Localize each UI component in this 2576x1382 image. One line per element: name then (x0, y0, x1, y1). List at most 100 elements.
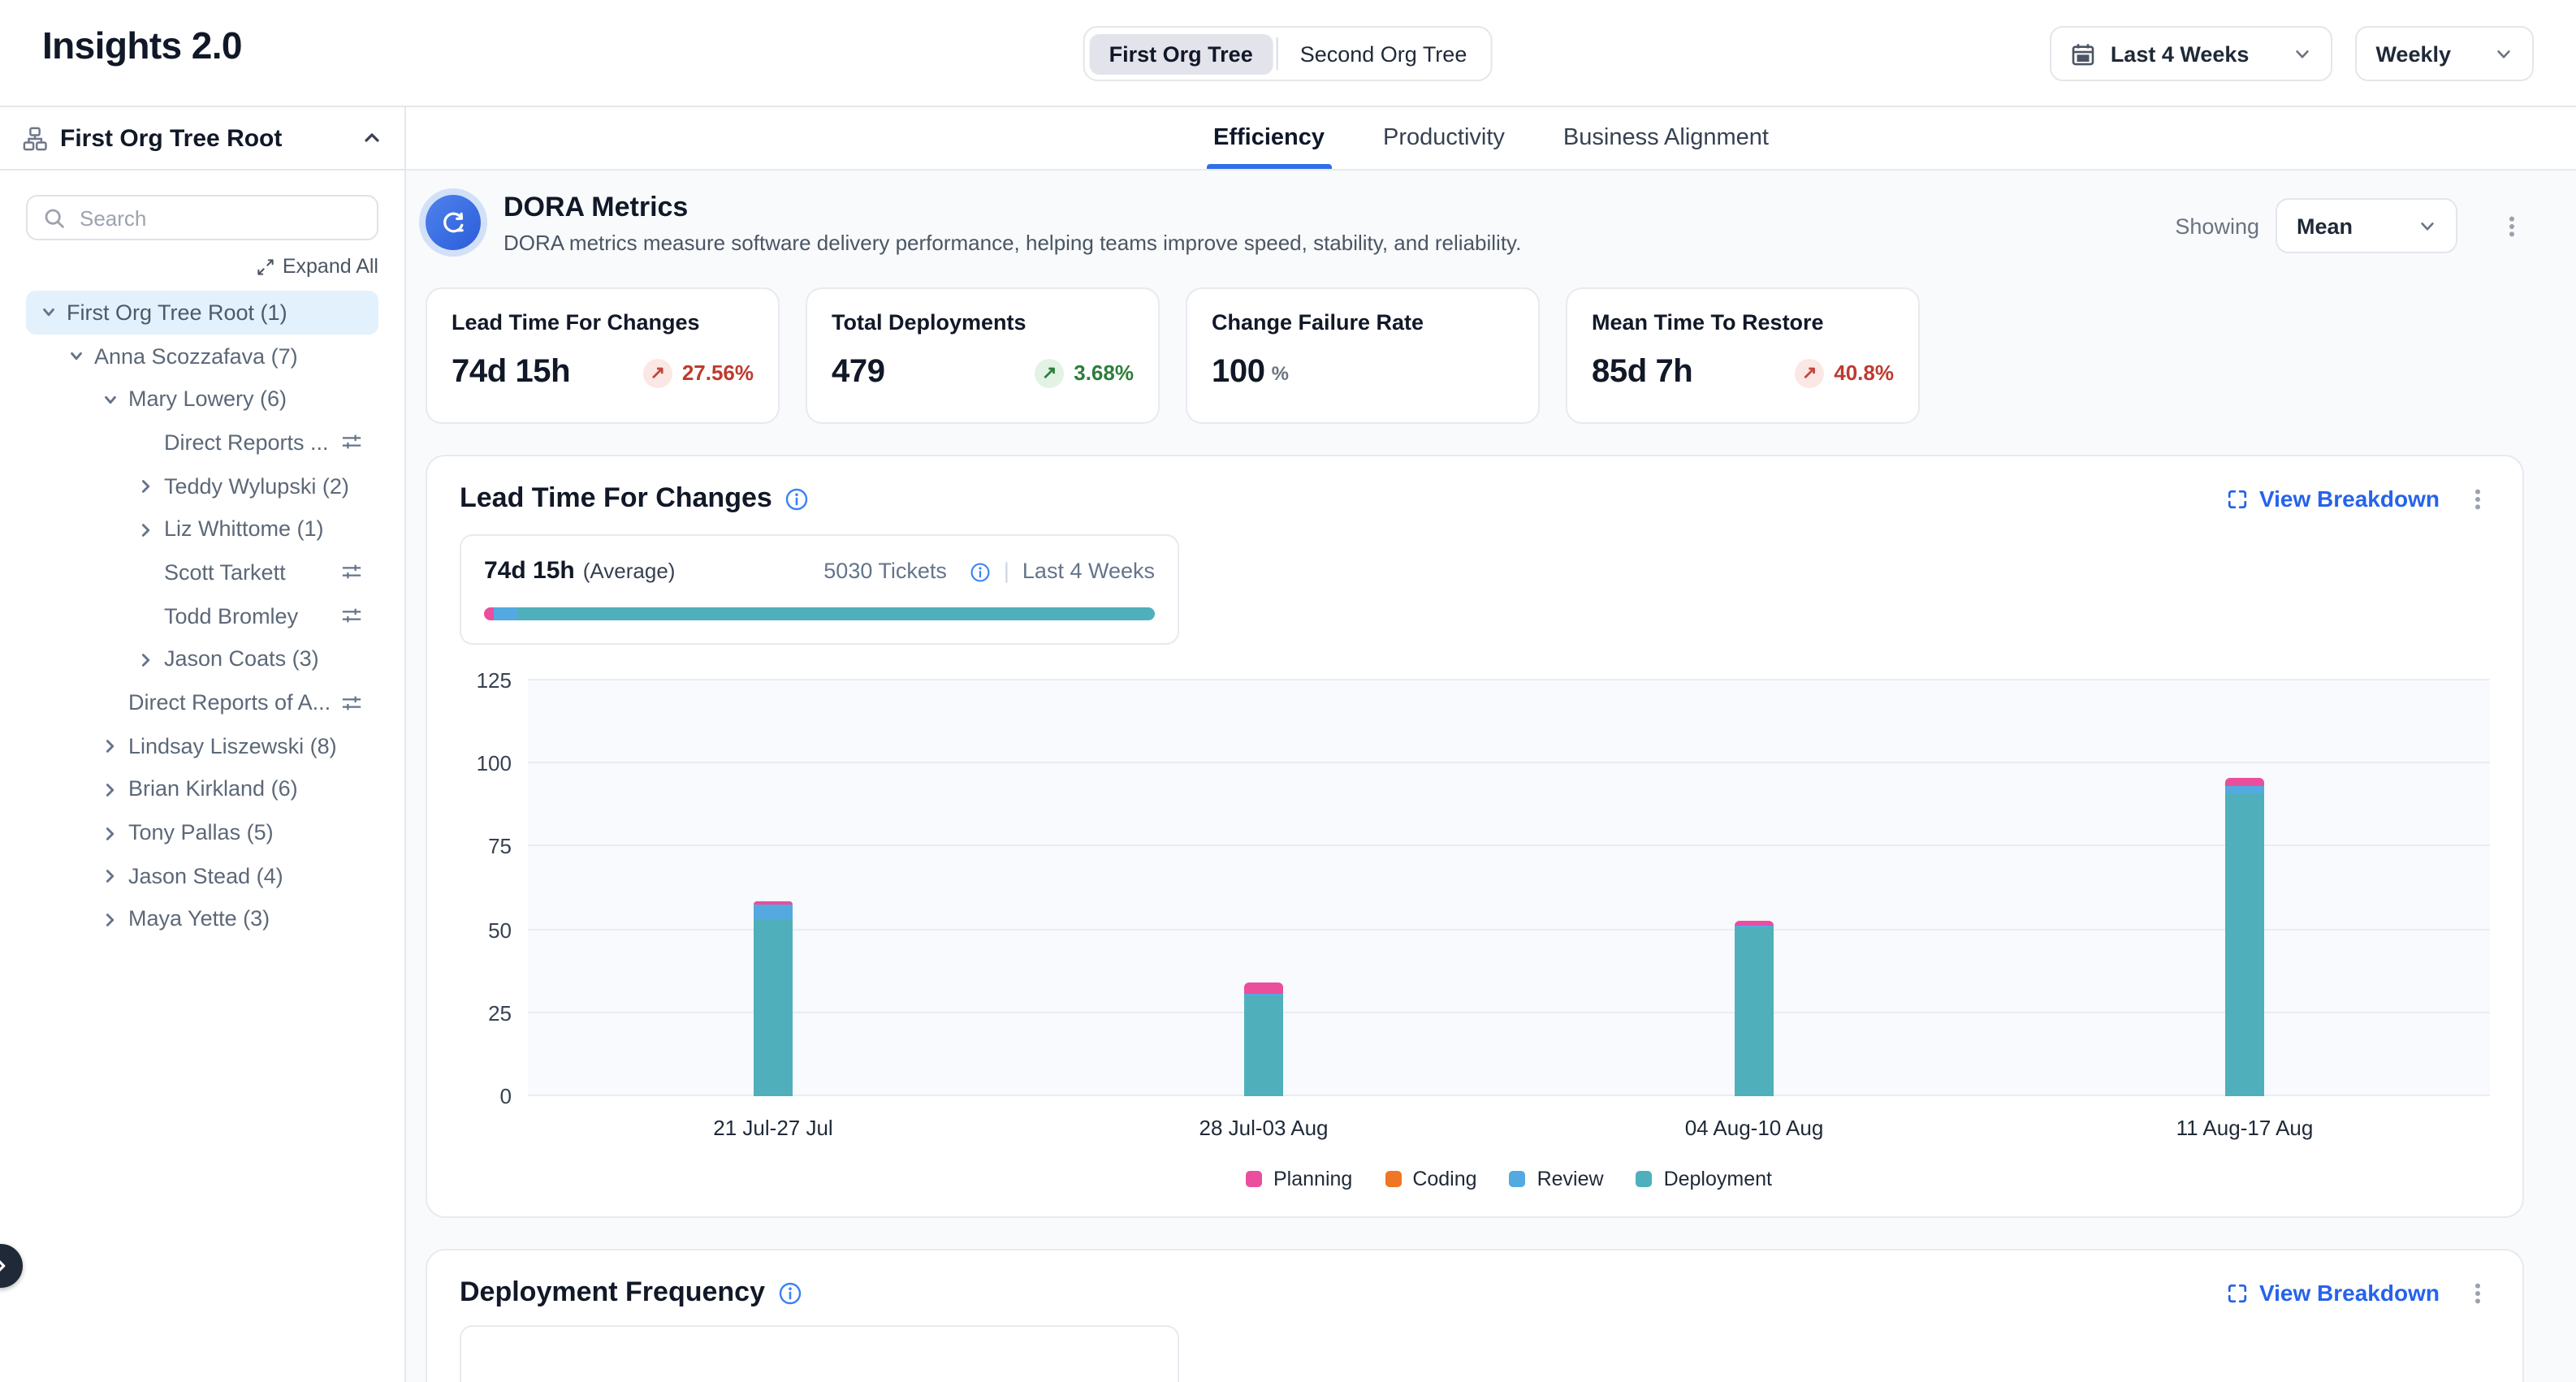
view-breakdown-button[interactable]: View Breakdown (2227, 1280, 2440, 1306)
page-title: Insights 2.0 (42, 24, 242, 68)
bar-segment-11-aug-17-aug-review (2225, 785, 2264, 793)
chart-legend: PlanningCodingReviewDeployment (528, 1168, 2490, 1190)
dora-cycle-icon (426, 195, 481, 250)
tree-item-direct-reports[interactable]: Direct Reports ... (26, 421, 378, 464)
tree-item-brian-kirkland-6[interactable]: Brian Kirkland (6) (26, 767, 378, 810)
granularity-value: Weekly (2375, 41, 2451, 66)
tree-item-scott-tarkett[interactable]: Scott Tarkett (26, 551, 378, 594)
tree-item-mary-lowery-6[interactable]: Mary Lowery (6) (26, 378, 378, 421)
bar-segment-28-jul-03-aug-planning (1244, 983, 1283, 993)
tree-item-liz-whittome-1[interactable]: Liz Whittome (1) (26, 507, 378, 551)
kebab-menu-icon[interactable] (2466, 486, 2490, 511)
tree-item-jason-coats-3[interactable]: Jason Coats (3) (26, 637, 378, 680)
chevron-right-icon[interactable] (102, 781, 119, 797)
chevron-down-icon[interactable] (102, 391, 119, 407)
view-breakdown-button[interactable]: View Breakdown (2227, 486, 2440, 512)
legend-label: Planning (1273, 1168, 1352, 1190)
gridline (528, 845, 2490, 847)
trend-delta: 3.68% (1074, 361, 1134, 385)
gridline (528, 762, 2490, 763)
bar-segment-04-aug-10-aug-review (1735, 925, 1774, 926)
filter-sliders-icon[interactable] (341, 432, 362, 453)
y-axis-label: 25 (488, 1001, 512, 1026)
filter-sliders-icon[interactable] (341, 605, 362, 626)
legend-item-deployment: Deployment (1636, 1168, 1772, 1190)
search-input[interactable] (76, 204, 369, 231)
y-axis-label: 125 (477, 668, 512, 693)
metric-card-total-deployments: Total Deployments479↗3.68% (806, 287, 1160, 424)
kebab-menu-icon[interactable] (2466, 1281, 2490, 1305)
dora-titles: DORA Metrics DORA metrics measure softwa… (504, 192, 2175, 255)
filter-sliders-icon[interactable] (341, 692, 362, 713)
tab-efficiency[interactable]: Efficiency (1213, 107, 1325, 169)
legend-swatch (1385, 1171, 1401, 1187)
lead-time-chart: 0255075100125 (460, 680, 2490, 1096)
y-axis-label: 100 (477, 751, 512, 775)
metric-cards-row: Lead Time For Changes74d 15h↗27.56%Total… (426, 287, 2524, 424)
tab-productivity[interactable]: Productivity (1383, 107, 1505, 169)
trend-badge: ↗27.56% (643, 358, 754, 387)
gridline (528, 679, 2490, 680)
tree-item-first-org-tree-root-1[interactable]: First Org Tree Root (1) (26, 291, 378, 334)
period-label: Last 4 Weeks (1022, 555, 1155, 588)
metric-card-mean-time-to-restore: Mean Time To Restore85d 7h↗40.8% (1566, 287, 1920, 424)
filter-sliders-icon[interactable] (341, 562, 362, 583)
legend-label: Coding (1412, 1168, 1476, 1190)
tree-item-anna-scozzafava-7[interactable]: Anna Scozzafava (7) (26, 334, 378, 377)
metric-card-lead-time-for-changes: Lead Time For Changes74d 15h↗27.56% (426, 287, 780, 424)
toggle-second-org-tree[interactable]: Second Org Tree (1281, 33, 1487, 74)
chevron-down-icon (2293, 45, 2310, 63)
toggle-first-org-tree[interactable]: First Org Tree (1090, 33, 1273, 74)
dora-controls: Showing Mean (2175, 198, 2524, 253)
org-tree-toggle: First Org Tree Second Org Tree (1083, 26, 1493, 81)
tree-item-todd-bromley[interactable]: Todd Bromley (26, 594, 378, 637)
org-chart-icon (23, 126, 47, 150)
kebab-menu-icon[interactable] (2500, 214, 2524, 238)
granularity-select[interactable]: Weekly (2354, 26, 2534, 81)
metric-unit: % (1272, 361, 1289, 384)
tree-item-lindsay-liszewski-8[interactable]: Lindsay Liszewski (8) (26, 724, 378, 767)
tree-item-label: Direct Reports ... (164, 430, 329, 455)
sidebar-title: First Org Tree Root (60, 124, 362, 152)
chevron-down-icon[interactable] (68, 348, 84, 364)
tree-item-label: Teddy Wylupski (2) (164, 473, 349, 498)
bar-segment-11-aug-17-aug-planning (2225, 779, 2264, 785)
info-icon[interactable] (970, 561, 991, 582)
chevron-right-icon[interactable] (102, 911, 119, 927)
trend-delta: 27.56% (682, 361, 754, 385)
legend-swatch (1510, 1171, 1526, 1187)
expand-all-button[interactable]: Expand All (26, 255, 378, 278)
tree-item-maya-yette-3[interactable]: Maya Yette (3) (26, 897, 378, 940)
tree-item-label: Tony Pallas (5) (128, 820, 274, 844)
bar-segment-04-aug-10-aug-deployment (1735, 926, 1774, 1096)
metric-title: Mean Time To Restore (1592, 310, 1894, 335)
chevron-down-icon[interactable] (41, 304, 57, 321)
tab-business-alignment[interactable]: Business Alignment (1563, 107, 1769, 169)
info-icon[interactable] (778, 1281, 802, 1305)
tree-item-jason-stead-4[interactable]: Jason Stead (4) (26, 854, 378, 897)
chevron-up-icon[interactable] (362, 128, 382, 148)
header-controls: Last 4 Weeks Weekly (2051, 26, 2534, 81)
dora-header: DORA Metrics DORA metrics measure softwa… (426, 192, 2524, 255)
tree-item-teddy-wylupski-2[interactable]: Teddy Wylupski (2) (26, 464, 378, 507)
date-range-select[interactable]: Last 4 Weeks (2051, 26, 2332, 81)
metric-title: Change Failure Rate (1212, 310, 1514, 335)
metric-value: 100 (1212, 354, 1265, 391)
x-axis: 21 Jul-27 Jul28 Jul-03 Aug04 Aug-10 Aug1… (528, 1116, 2490, 1145)
chevron-right-icon[interactable] (102, 868, 119, 884)
tree-item-direct-reports-of-a[interactable]: Direct Reports of A... (26, 680, 378, 723)
tree-item-tony-pallas-5[interactable]: Tony Pallas (5) (26, 811, 378, 854)
tree-item-label: Mary Lowery (6) (128, 387, 287, 411)
info-icon[interactable] (785, 486, 810, 511)
mean-select[interactable]: Mean (2276, 198, 2457, 253)
chevron-right-icon[interactable] (138, 477, 154, 494)
chevron-right-icon[interactable] (102, 824, 119, 840)
y-axis-label: 75 (488, 835, 512, 859)
legend-swatch (1636, 1171, 1653, 1187)
app: Insights 2.0 First Org Tree Second Org T… (0, 0, 2576, 1382)
chevron-down-icon (2495, 45, 2513, 63)
lead-time-title: Lead Time For Changes (460, 482, 772, 515)
chevron-right-icon[interactable] (138, 651, 154, 667)
chevron-right-icon[interactable] (138, 521, 154, 538)
chevron-right-icon[interactable] (102, 737, 119, 754)
